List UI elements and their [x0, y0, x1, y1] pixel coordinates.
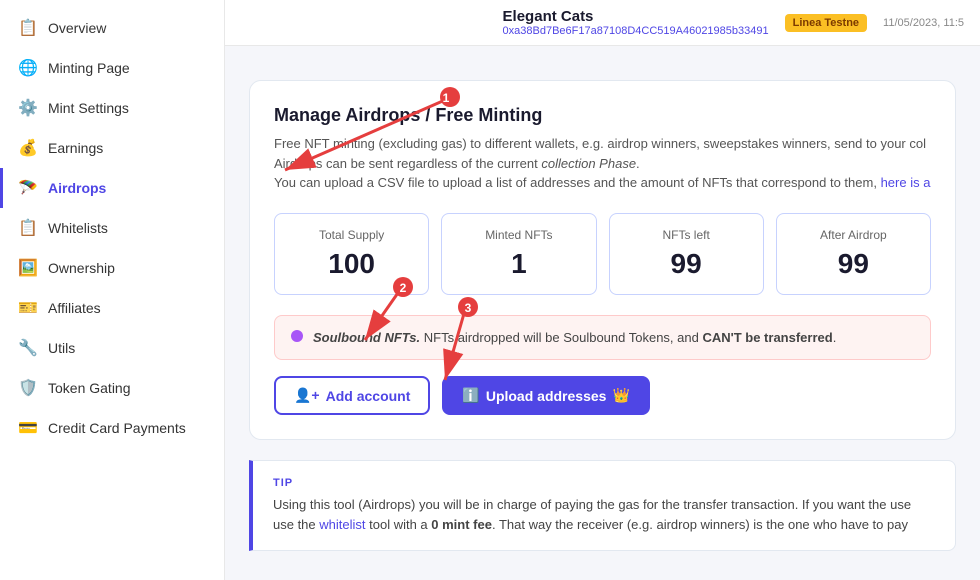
add-account-label: Add account: [326, 388, 411, 404]
sidebar-item-label: Whitelists: [48, 220, 108, 236]
add-account-icon: 👤+: [294, 387, 320, 404]
airdrops-icon: 🪂: [18, 178, 38, 198]
tip-whitelist-link[interactable]: whitelist: [319, 517, 365, 532]
token-gating-icon: 🛡️: [18, 378, 38, 398]
upload-addresses-button[interactable]: ℹ️ Upload addresses 👑: [442, 376, 649, 415]
collection-name: Elegant Cats: [503, 8, 769, 25]
sidebar-item-ownership[interactable]: 🖼️ Ownership: [0, 248, 224, 288]
collection-info: Elegant Cats 0xa38Bd7Be6F17a87108D4CC519…: [503, 8, 769, 37]
sidebar-item-label: Earnings: [48, 140, 103, 156]
minting-page-icon: 🌐: [18, 58, 38, 78]
manage-desc: Free NFT minting (excluding gas) to diff…: [274, 134, 931, 193]
sidebar: 📋 Overview 🌐 Minting Page ⚙️ Mint Settin…: [0, 0, 225, 580]
timestamp: 11/05/2023, 11:5: [883, 17, 964, 29]
overview-icon: 📋: [18, 18, 38, 38]
manage-desc-4: You can upload a CSV file to upload a li…: [274, 175, 881, 190]
soulbound-text: Soulbound NFTs. NFTs airdropped will be …: [313, 328, 836, 348]
stat-label-after-airdrop: After Airdrop: [793, 228, 914, 242]
add-account-button[interactable]: 👤+ Add account: [274, 376, 430, 415]
sidebar-item-airdrops[interactable]: 🪂 Airdrops: [0, 168, 224, 208]
sidebar-item-label: Credit Card Payments: [48, 420, 186, 436]
sidebar-item-label: Overview: [48, 20, 106, 36]
stat-after-airdrop: After Airdrop 99: [776, 213, 931, 295]
main-content: Elegant Cats 0xa38Bd7Be6F17a87108D4CC519…: [225, 0, 980, 580]
sidebar-item-label: Airdrops: [48, 180, 106, 196]
sidebar-item-label: Affiliates: [48, 300, 101, 316]
sidebar-item-label: Minting Page: [48, 60, 130, 76]
stats-row: Total Supply 100 Minted NFTs 1 NFTs left…: [274, 213, 931, 295]
stat-total-supply: Total Supply 100: [274, 213, 429, 295]
stat-label-total-supply: Total Supply: [291, 228, 412, 242]
sidebar-item-earnings[interactable]: 💰 Earnings: [0, 128, 224, 168]
stat-value-nfts-left: 99: [626, 248, 747, 280]
soulbound-notice: Soulbound NFTs. NFTs airdropped will be …: [274, 315, 931, 361]
manage-desc-link[interactable]: here is a: [881, 175, 931, 190]
stat-nfts-left: NFTs left 99: [609, 213, 764, 295]
sidebar-item-utils[interactable]: 🔧 Utils: [0, 328, 224, 368]
stat-label-minted-nfts: Minted NFTs: [458, 228, 579, 242]
stat-value-total-supply: 100: [291, 248, 412, 280]
crown-icon: 👑: [612, 387, 629, 404]
collection-address: 0xa38Bd7Be6F17a87108D4CC519A46021985b334…: [503, 25, 769, 37]
page-content: Manage Airdrops / Free Minting Free NFT …: [225, 56, 980, 575]
sidebar-item-label: Mint Settings: [48, 100, 129, 116]
stat-value-after-airdrop: 99: [793, 248, 914, 280]
soulbound-bold: CAN'T be transferred: [702, 330, 832, 345]
sidebar-item-credit-card[interactable]: 💳 Credit Card Payments: [0, 408, 224, 448]
tip-bold: 0 mint fee: [431, 517, 492, 532]
earnings-icon: 💰: [18, 138, 38, 158]
soulbound-dot: [291, 330, 303, 342]
tip-text: Using this tool (Airdrops) you will be i…: [273, 495, 935, 534]
mint-settings-icon: ⚙️: [18, 98, 38, 118]
network-badge: Linea Testne: [785, 14, 867, 32]
stat-minted-nfts: Minted NFTs 1: [441, 213, 596, 295]
whitelists-icon: 📋: [18, 218, 38, 238]
sidebar-item-minting-page[interactable]: 🌐 Minting Page: [0, 48, 224, 88]
tip-label: TIP: [273, 477, 935, 489]
upload-addresses-label: Upload addresses: [486, 388, 607, 404]
manage-desc-2: Airdrops can be sent regardless of the c…: [274, 156, 541, 171]
stat-value-minted-nfts: 1: [458, 248, 579, 280]
sidebar-item-whitelists[interactable]: 📋 Whitelists: [0, 208, 224, 248]
tip-card: TIP Using this tool (Airdrops) you will …: [249, 460, 956, 551]
manage-title: Manage Airdrops / Free Minting: [274, 105, 931, 126]
sidebar-item-affiliates[interactable]: 🎫 Affiliates: [0, 288, 224, 328]
sidebar-item-label: Utils: [48, 340, 75, 356]
ownership-icon: 🖼️: [18, 258, 38, 278]
action-row: 👤+ Add account ℹ️ Upload addresses 👑: [274, 376, 931, 415]
sidebar-item-label: Token Gating: [48, 380, 131, 396]
credit-card-icon: 💳: [18, 418, 38, 438]
manage-desc-italic: collection Phase: [541, 156, 636, 171]
top-header: Elegant Cats 0xa38Bd7Be6F17a87108D4CC519…: [225, 0, 980, 46]
upload-icon: ℹ️: [462, 387, 479, 404]
sidebar-item-mint-settings[interactable]: ⚙️ Mint Settings: [0, 88, 224, 128]
manage-airdrops-card: Manage Airdrops / Free Minting Free NFT …: [249, 80, 956, 440]
utils-icon: 🔧: [18, 338, 38, 358]
stat-label-nfts-left: NFTs left: [626, 228, 747, 242]
manage-desc-1: Free NFT minting (excluding gas) to diff…: [274, 136, 926, 151]
soulbound-label: Soulbound NFTs.: [313, 330, 420, 345]
sidebar-item-overview[interactable]: 📋 Overview: [0, 8, 224, 48]
affiliates-icon: 🎫: [18, 298, 38, 318]
sidebar-item-token-gating[interactable]: 🛡️ Token Gating: [0, 368, 224, 408]
sidebar-item-label: Ownership: [48, 260, 115, 276]
